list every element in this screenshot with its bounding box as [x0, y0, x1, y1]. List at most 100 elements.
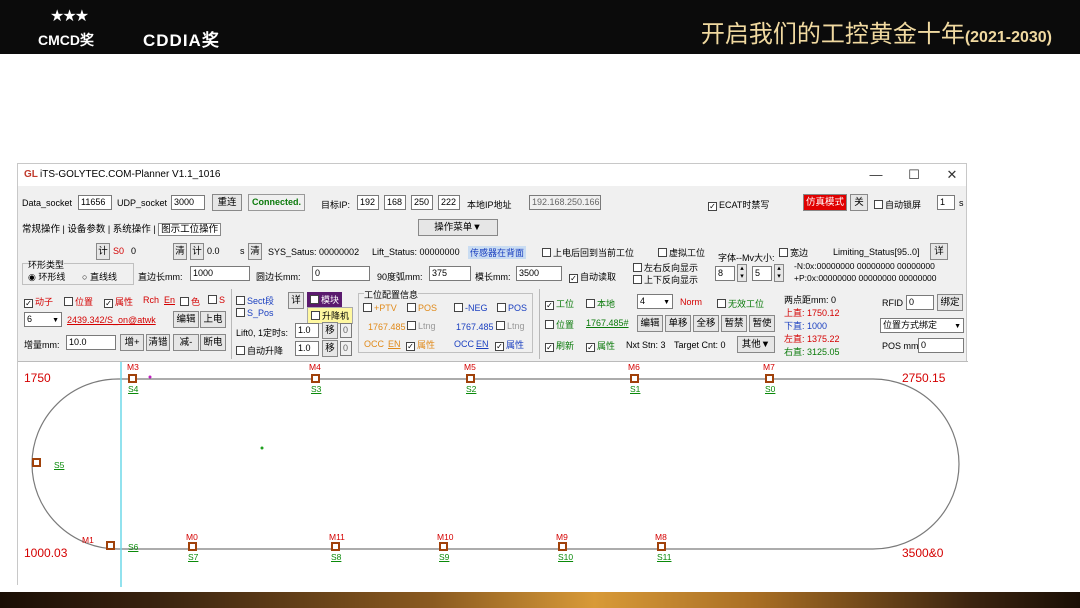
refresh-checkbox[interactable]: ✓ 刷新 — [545, 339, 574, 352]
edit-station-button[interactable]: 编辑 — [637, 315, 663, 332]
simulation-button[interactable]: 仿真模式 — [803, 194, 847, 211]
auto-lift-checkbox[interactable]: 自动升降 — [236, 344, 283, 357]
mv-size-spinner[interactable]: ▴ ▾ — [774, 264, 784, 282]
autolock-checkbox[interactable]: 自动锁屏 — [874, 198, 921, 211]
tab-general[interactable]: 常规操作 — [22, 224, 60, 235]
lift-move-button-2[interactable]: 移 — [322, 340, 338, 357]
deg90-input[interactable]: 375 — [429, 266, 471, 281]
maximize-button[interactable]: ☐ — [899, 166, 929, 184]
udp-socket-input[interactable]: 3000 — [171, 195, 205, 210]
module-toggle[interactable]: 模块 — [307, 292, 343, 307]
auto-read-checkbox[interactable]: ✓ 自动读取 — [569, 270, 616, 283]
sect-detail-button[interactable]: 详 — [288, 292, 304, 309]
bind-mode-select[interactable]: 位置方式绑定 — [880, 318, 964, 333]
lift0-input[interactable]: 1.0 — [295, 323, 319, 338]
tab-system[interactable]: 系统操作 — [113, 224, 151, 235]
station-node[interactable] — [630, 374, 639, 383]
station-attr-checkbox[interactable]: ✓ 属性 — [586, 339, 615, 352]
station-checkbox[interactable]: ✓ 工位 — [545, 297, 574, 310]
rfid-input[interactable]: 0 — [906, 295, 934, 310]
station-node[interactable] — [765, 374, 774, 383]
reconnect-button[interactable]: 重连 — [212, 194, 242, 211]
station-node[interactable] — [657, 542, 666, 551]
virtual-checkbox[interactable]: 虚拟工位 — [658, 246, 705, 259]
operation-menu-button[interactable]: 操作菜单▼ — [418, 219, 498, 236]
station-node[interactable] — [558, 542, 567, 551]
ip-octet-3[interactable]: 250 — [411, 195, 433, 210]
ip-octet-2[interactable]: 168 — [384, 195, 406, 210]
attr1-checkbox[interactable]: ✓ 属性 — [406, 338, 435, 351]
wide-checkbox[interactable]: 宽边 — [779, 246, 808, 259]
tab-device-params[interactable]: 设备参数 — [67, 224, 105, 235]
timer-button[interactable]: 计 — [190, 243, 204, 260]
station-node[interactable] — [439, 542, 448, 551]
other-menu-button[interactable]: 其他▼ — [737, 336, 775, 353]
clear-error-button[interactable]: 清错 — [146, 334, 170, 351]
station-node[interactable] — [466, 374, 475, 383]
neg-checkbox[interactable]: -NEG — [454, 303, 488, 313]
station-node[interactable] — [128, 374, 137, 383]
font-size-input[interactable]: 8 — [715, 266, 735, 281]
data-socket-input[interactable]: 11656 — [78, 195, 112, 210]
limiting-detail-button[interactable]: 详 — [930, 243, 948, 260]
increment-plus-button[interactable]: 增+ — [120, 334, 144, 351]
station-node[interactable] — [188, 542, 197, 551]
power-on-button[interactable]: 上电 — [200, 311, 226, 328]
track-canvas[interactable]: 1750 2750.15 1000.03 3500&0 M3 S4 M4 S3 … — [18, 361, 968, 587]
attr-checkbox[interactable]: ✓ 属性 — [104, 295, 133, 308]
tab-station-diagram[interactable]: 图示工位操作 — [158, 223, 222, 236]
ecat-checkbox[interactable]: ✓ ECAT时禁写 — [708, 198, 769, 211]
count-button[interactable]: 计 — [96, 243, 110, 260]
invalid-station-checkbox[interactable]: 无效工位 — [717, 297, 764, 310]
ring-radio[interactable]: ◉ 环形线 — [28, 270, 65, 283]
pause-disable-button[interactable]: 暂禁 — [721, 315, 747, 332]
autolock-input[interactable]: 1 — [937, 195, 955, 210]
mover-len-input[interactable]: 3500 — [516, 266, 562, 281]
spos-checkbox[interactable]: S_Pos — [236, 308, 274, 318]
power-back-checkbox[interactable]: 上电后回到当前工位 — [542, 246, 634, 259]
ltng2-checkbox[interactable]: Ltng — [496, 321, 525, 331]
minimize-button[interactable]: — — [861, 166, 891, 184]
arc-len-input[interactable]: 0 — [312, 266, 370, 281]
pause-enable-button[interactable]: 暂使 — [749, 315, 775, 332]
all-move-button[interactable]: 全移 — [693, 315, 719, 332]
station-node[interactable] — [106, 541, 115, 550]
increment-input[interactable]: 10.0 — [66, 335, 116, 350]
station-node[interactable] — [331, 542, 340, 551]
clear-count-button[interactable]: 清 — [173, 243, 187, 260]
increment-minus-button[interactable]: 减- — [173, 334, 199, 351]
station-select[interactable]: 4 — [637, 294, 673, 309]
ptv-checkbox[interactable]: +PTV — [363, 303, 397, 313]
clear-timer-button[interactable]: 清 — [248, 243, 262, 260]
power-off-button[interactable]: 断电 — [200, 334, 226, 351]
ip-octet-1[interactable]: 192 — [357, 195, 379, 210]
font-size-spinner[interactable]: ▴ ▾ — [737, 264, 747, 282]
lift1-input[interactable]: 1.0 — [295, 341, 319, 356]
attr2-checkbox[interactable]: ✓ 属性 — [495, 338, 524, 351]
lift-move-button-1[interactable]: 移 — [322, 322, 338, 339]
sect-checkbox[interactable]: Sect段 — [236, 294, 274, 307]
linear-radio[interactable]: ○ 直线线 — [82, 270, 117, 283]
station-node[interactable] — [32, 458, 41, 467]
ltng1-checkbox[interactable]: Ltng — [407, 321, 436, 331]
edit-mover-button[interactable]: 编辑 — [173, 311, 199, 328]
bind-button[interactable]: 绑定 — [937, 294, 963, 311]
sim-close-button[interactable]: 关 — [850, 194, 868, 211]
color-checkbox[interactable]: 色 — [180, 295, 200, 308]
mover-checkbox[interactable]: ✓ 动子 — [24, 295, 53, 308]
position2-checkbox[interactable]: 位置 — [545, 318, 574, 331]
position-checkbox[interactable]: 位置 — [64, 295, 93, 308]
pos-mm-input[interactable]: 0 — [918, 338, 964, 353]
ip-octet-4[interactable]: 222 — [438, 195, 460, 210]
close-button[interactable]: ✕ — [937, 166, 967, 184]
ud-reverse-checkbox[interactable]: 上下反向显示 — [633, 273, 698, 286]
local-checkbox[interactable]: 本地 — [586, 297, 615, 310]
mv-size-input[interactable]: 5 — [752, 266, 772, 281]
pos2-checkbox[interactable]: POS — [497, 303, 527, 313]
pos1-checkbox[interactable]: POS — [407, 303, 437, 313]
straight-len-input[interactable]: 1000 — [190, 266, 250, 281]
station-node[interactable] — [311, 374, 320, 383]
mover-select[interactable]: 6 — [24, 312, 62, 327]
s-checkbox[interactable]: S — [208, 295, 225, 305]
single-move-button[interactable]: 单移 — [665, 315, 691, 332]
